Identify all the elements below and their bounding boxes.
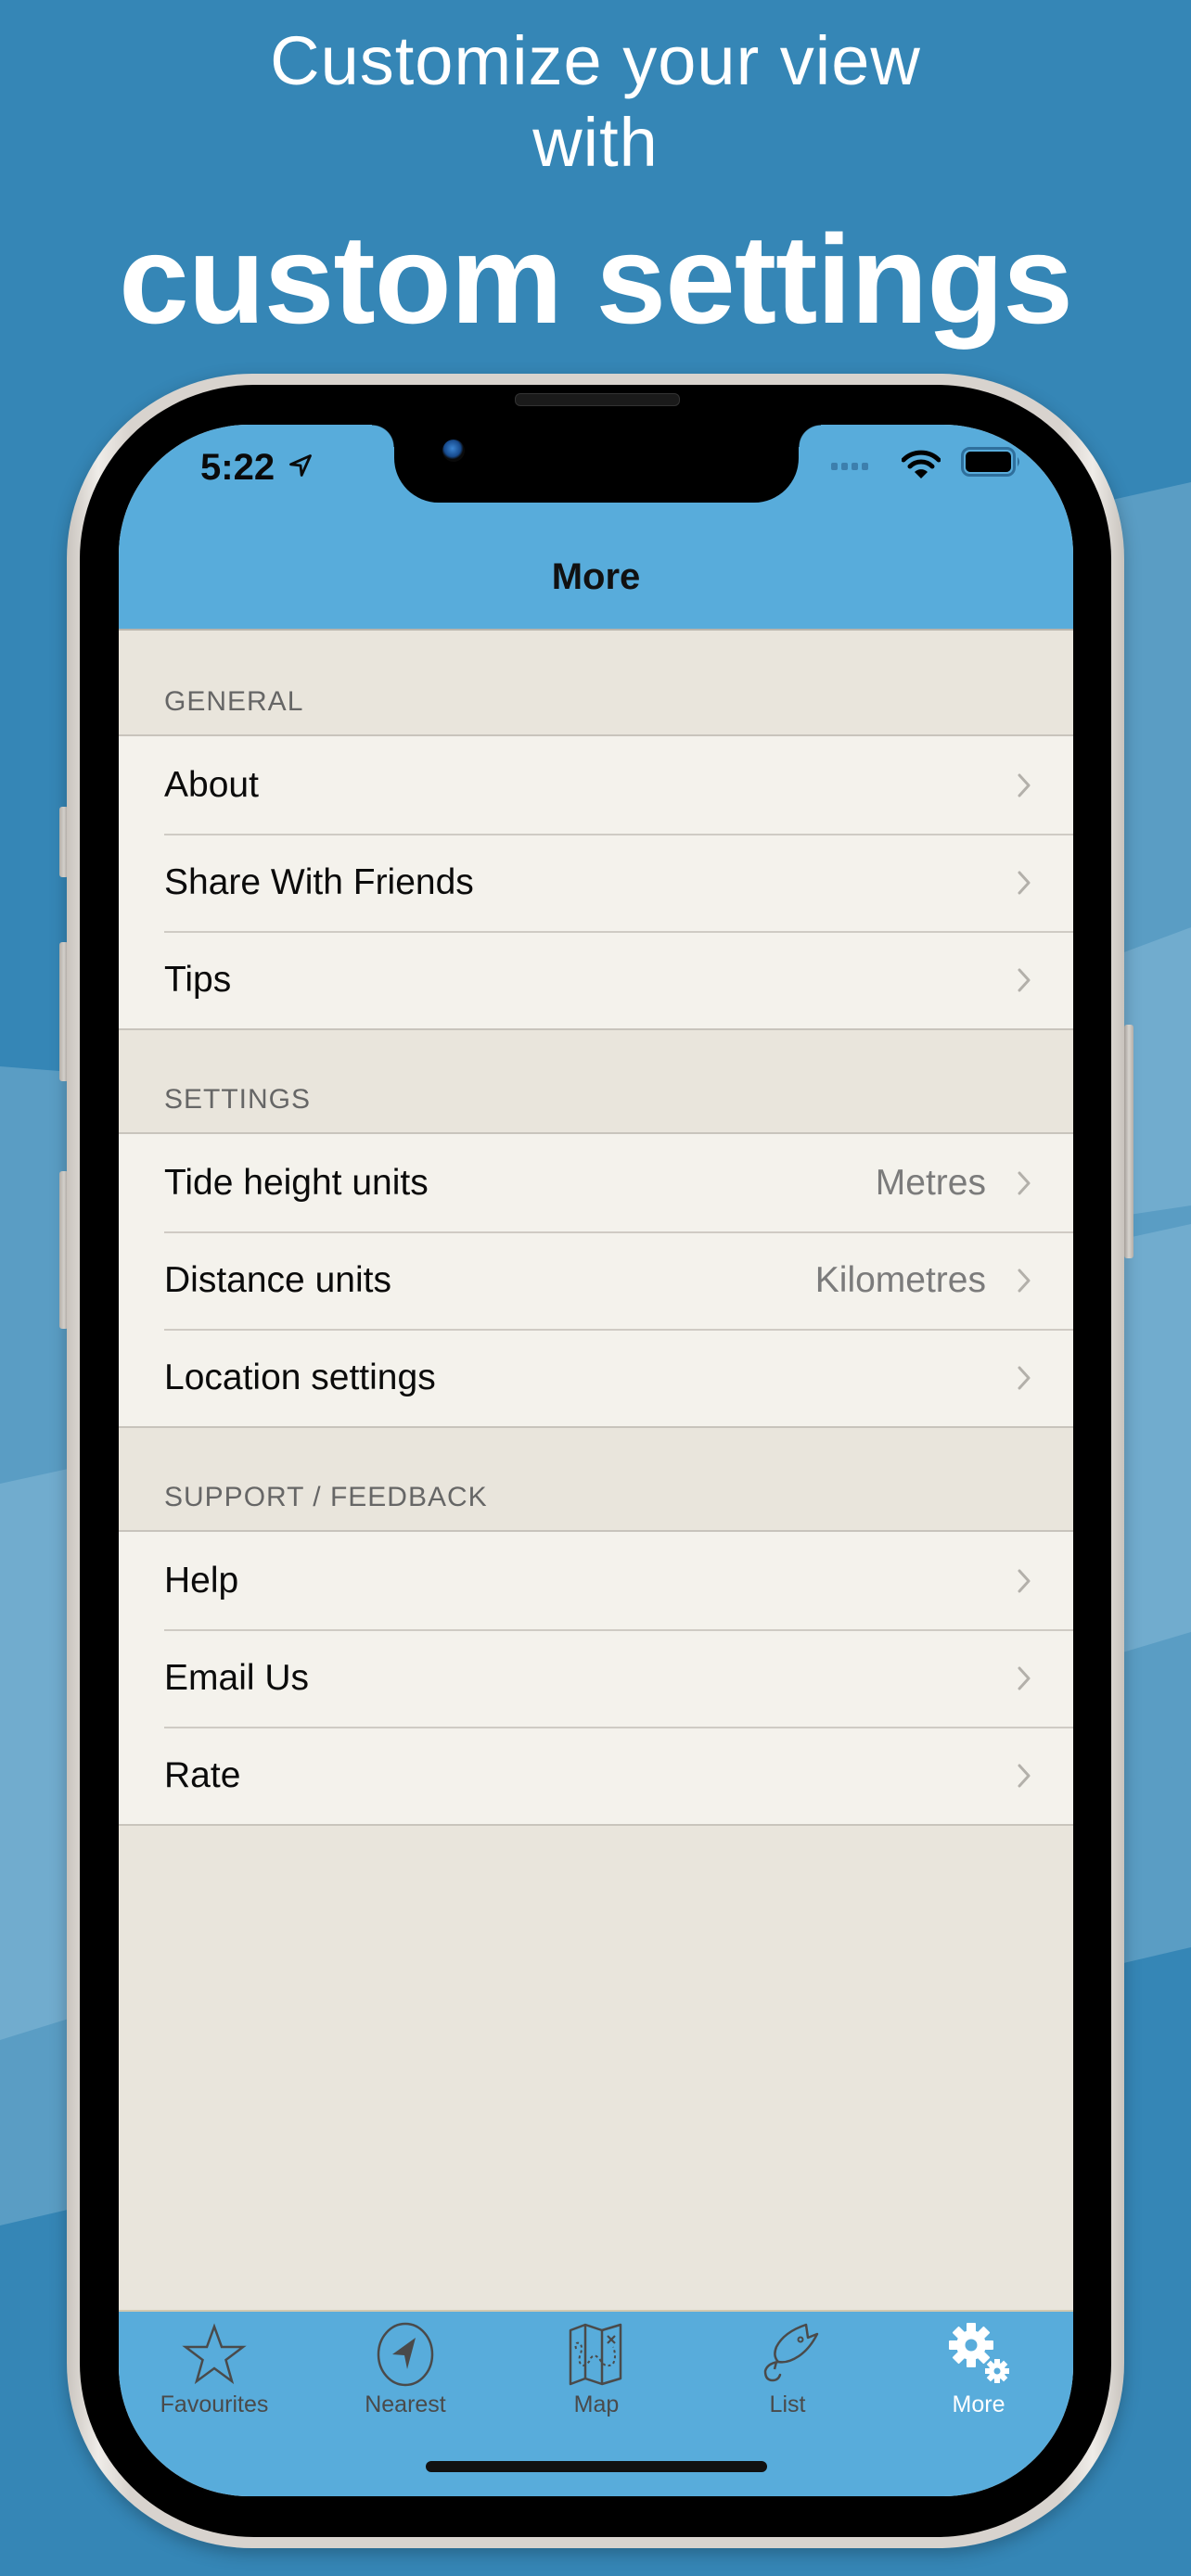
tab-list[interactable]: List [692,2321,883,2418]
fishing-lure-icon [763,2323,819,2382]
tab-more[interactable]: More [883,2321,1073,2418]
headline-line-2: with [532,104,659,181]
headline-subtitle: Customize your view with [0,20,1191,184]
tab-favourites[interactable]: Favourites [119,2321,310,2418]
power-button [1124,1025,1133,1258]
tab-label: Map [573,2391,620,2417]
row-email-us[interactable]: Email Us [119,1629,1073,1727]
chevron-right-icon [1018,1764,1031,1788]
chevron-right-icon [1018,1366,1031,1390]
section-header-label: SETTINGS [164,1084,312,1115]
row-label: Help [164,1560,239,1600]
chevron-right-icon [1018,1269,1031,1293]
row-tide-height-units[interactable]: Tide height units Metres [119,1134,1073,1231]
chevron-right-icon [1018,1171,1031,1195]
settings-list: GENERAL About Share With Friends Tips SE… [119,631,1073,1826]
row-label: Tips [164,959,232,1000]
section-general: About Share With Friends Tips [119,734,1073,1030]
section-header-label: GENERAL [164,686,304,717]
tab-label: Favourites [160,2391,269,2417]
row-label: Location settings [164,1357,436,1397]
notch [372,425,821,503]
row-label: Tide height units [164,1162,429,1203]
section-header-general: GENERAL [119,631,1073,734]
chevron-right-icon [1018,773,1031,797]
tab-map[interactable]: Map [501,2321,692,2418]
section-header-support: SUPPORT / FEEDBACK [119,1428,1073,1530]
section-support-feedback: Help Email Us Rate [119,1530,1073,1826]
tab-label: List [769,2391,806,2417]
chevron-right-icon [1018,1666,1031,1690]
row-location-settings[interactable]: Location settings [119,1329,1073,1426]
row-rate[interactable]: Rate [119,1727,1073,1824]
section-settings: Tide height units Metres Distance units … [119,1132,1073,1428]
page-title: More [551,556,641,597]
tab-bar: Favourites Nearest Map List More [119,2310,1073,2496]
row-value: Kilometres [814,1259,986,1300]
gears-icon [949,2323,1009,2383]
earpiece-speaker [515,393,680,406]
folded-map-icon [569,2323,622,2386]
section-header-settings: SETTINGS [119,1030,1073,1132]
home-indicator[interactable] [426,2461,767,2472]
compass-arrow-icon [377,2322,434,2387]
battery-full-icon [961,447,1019,477]
chevron-right-icon [1018,871,1031,895]
row-label: Rate [164,1754,241,1795]
row-tips[interactable]: Tips [119,931,1073,1028]
row-share-with-friends[interactable]: Share With Friends [119,834,1073,931]
status-time: 5:22 [200,447,275,488]
row-label: Email Us [164,1657,310,1698]
row-help[interactable]: Help [119,1532,1073,1629]
headline-title: custom settings [119,209,1073,350]
star-icon [182,2323,247,2385]
row-label: Share With Friends [164,861,474,902]
headline-line-1: Customize your view [270,22,921,99]
tab-label: More [952,2391,1005,2417]
row-distance-units[interactable]: Distance units Kilometres [119,1231,1073,1329]
front-camera [442,440,465,462]
row-label: About [164,764,259,805]
location-arrow-icon [289,454,312,477]
tab-label: Nearest [365,2391,446,2417]
chevron-right-icon [1018,968,1031,992]
row-value: Metres [875,1162,986,1203]
row-about[interactable]: About [119,736,1073,834]
tab-nearest[interactable]: Nearest [310,2321,501,2418]
wifi-icon [902,450,941,478]
section-header-label: SUPPORT / FEEDBACK [164,1482,488,1512]
signal-no-service-icon [831,463,868,470]
row-label: Distance units [164,1259,391,1300]
chevron-right-icon [1018,1569,1031,1593]
navigation-bar: 5:22 More [119,425,1073,631]
phone-screen: 5:22 More GENERAL About Share With Frien… [119,425,1073,2496]
